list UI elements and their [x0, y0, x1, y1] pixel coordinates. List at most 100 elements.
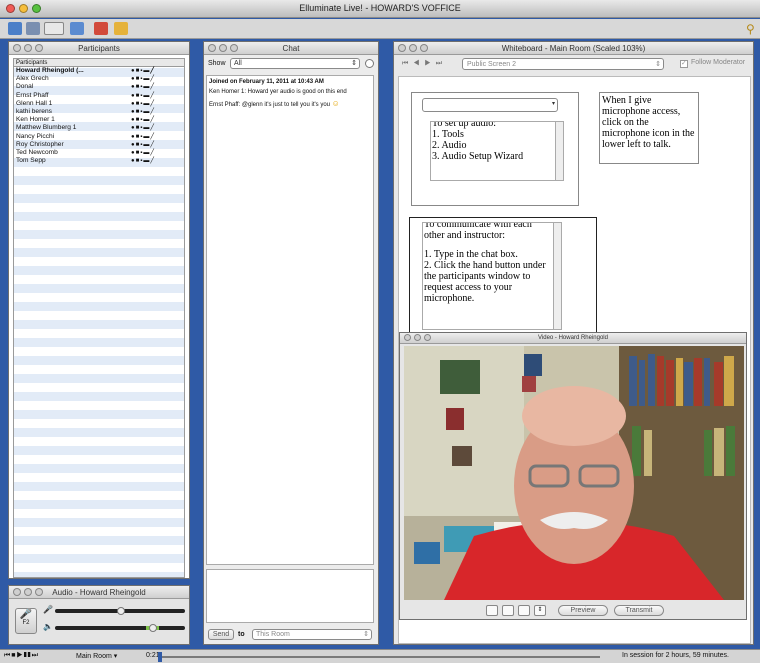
- panel-close[interactable]: [404, 334, 411, 341]
- playback-controls[interactable]: ⏮■▶❚❚⏭: [4, 652, 39, 660]
- timeline-track[interactable]: [160, 656, 600, 658]
- participant-row[interactable]: Ken Homer 1 ●■▪▬╱: [14, 116, 184, 124]
- communicate-line: 2. Click the hand button under the parti…: [424, 260, 546, 304]
- status-icons: ●■▪▬╱: [131, 76, 155, 83]
- participant-row[interactable]: Nancy Picchi ●■▪▬╱: [14, 133, 184, 141]
- participant-name: Tom Sepp: [16, 157, 46, 165]
- audio-setup-line: 3. Audio Setup Wizard: [432, 151, 524, 162]
- panel-close[interactable]: [398, 44, 406, 52]
- panel-min[interactable]: [24, 588, 32, 596]
- status-icons: ●■▪▬╱: [131, 108, 155, 115]
- participant-row[interactable]: Ernst Phaff ●■▪▬╱: [14, 92, 184, 100]
- screen-select-value: Public Screen 2: [467, 61, 517, 68]
- communicate-textbox[interactable]: To communicate with each other and instr…: [422, 222, 562, 330]
- whiteboard-title: Whiteboard - Main Room (Scaled 103%): [501, 44, 646, 53]
- participant-row[interactable]: Matthew Blumberg 1 ●■▪▬╱: [14, 124, 184, 132]
- participants-list[interactable]: Participants Howard Rheingold (... ●■▪▬╱ …: [13, 58, 185, 578]
- participants-title: Participants: [78, 44, 120, 53]
- panel-zoom[interactable]: [420, 44, 428, 52]
- speaker-volume-slider[interactable]: [55, 626, 185, 630]
- print-icon[interactable]: [26, 22, 40, 35]
- panel-min[interactable]: [219, 44, 227, 52]
- panel-controls: [404, 334, 431, 341]
- audio-setup-textbox[interactable]: To set up audio: 1. Tools 2. Audio 3. Au…: [430, 121, 564, 181]
- main-titlebar: Elluminate Live! - HOWARD'S VOFFICE: [0, 0, 760, 18]
- main-toolbar: ⚲: [0, 19, 760, 39]
- participant-row[interactable]: Ted Newcomb ●■▪▬╱: [14, 149, 184, 157]
- participant-name: Glenn Hall 1: [16, 99, 53, 107]
- room-selector[interactable]: Main Room ▾: [76, 652, 117, 660]
- audio-setup-line: To set up audio:: [432, 121, 497, 129]
- video-size-large-icon[interactable]: [518, 605, 530, 616]
- participant-row[interactable]: Howard Rheingold (... ●■▪▬╱: [14, 67, 184, 75]
- participant-row[interactable]: Donal ●■▪▬╱: [14, 83, 184, 91]
- participants-column-header[interactable]: Participants: [14, 59, 184, 67]
- audio-setup-line: 1. Tools: [432, 129, 464, 140]
- audio-title: Audio - Howard Rheingold: [52, 588, 146, 597]
- video-options-icon[interactable]: ⇕: [534, 605, 546, 616]
- record-icon[interactable]: [94, 22, 108, 35]
- panel-close[interactable]: [13, 44, 21, 52]
- status-icons: ●■▪▬╱: [131, 92, 155, 99]
- screen-select[interactable]: Public Screen 2 ⇕: [462, 58, 664, 70]
- participants-header-label: Participants: [16, 60, 48, 66]
- panel-min[interactable]: [414, 334, 421, 341]
- video-size-small-icon[interactable]: [486, 605, 498, 616]
- participant-name: kathi berens: [16, 107, 52, 115]
- participant-row[interactable]: Tom Sepp ●■▪▬╱: [14, 157, 184, 165]
- status-icons: ●■▪▬╱: [131, 117, 155, 124]
- save-icon[interactable]: [8, 22, 22, 35]
- panel-zoom[interactable]: [35, 44, 43, 52]
- panel-close[interactable]: [13, 588, 21, 596]
- share-icon[interactable]: [70, 22, 84, 35]
- participant-name: Howard Rheingold (...: [16, 67, 84, 74]
- participant-name: Ted Newcomb: [16, 148, 58, 156]
- timeline-playhead[interactable]: [158, 652, 162, 662]
- panel-min[interactable]: [409, 44, 417, 52]
- participant-name: Matthew Blumberg 1: [16, 124, 77, 132]
- room-name: Main Room: [76, 653, 112, 660]
- frame-dropdown[interactable]: ▾: [422, 98, 558, 112]
- video-size-medium-icon[interactable]: [502, 605, 514, 616]
- participant-row[interactable]: Glenn Hall 1 ●■▪▬╱: [14, 100, 184, 108]
- notes-icon[interactable]: [114, 22, 128, 35]
- chat-options-icon[interactable]: [365, 59, 374, 68]
- chat-compose-input[interactable]: [206, 569, 374, 623]
- panel-zoom[interactable]: [230, 44, 238, 52]
- participant-row[interactable]: Alex Grech ●■▪▬╱: [14, 75, 184, 83]
- panel-zoom[interactable]: [35, 588, 43, 596]
- participant-name: Roy Christopher: [16, 140, 64, 148]
- layout-menu-icon[interactable]: [44, 22, 64, 35]
- preview-button[interactable]: Preview: [558, 605, 608, 616]
- textbox-scrollbar[interactable]: [553, 223, 561, 329]
- chat-panel: Chat Show All ⇕ Joined on February 11, 2…: [203, 41, 379, 645]
- screen-nav-controls[interactable]: ⏮◀▶⏭: [402, 60, 447, 68]
- communicate-frame: To communicate with each other and instr…: [409, 217, 597, 337]
- send-button[interactable]: Send: [208, 629, 234, 640]
- status-icons: ●■▪▬╱: [131, 158, 155, 165]
- talk-button[interactable]: 🎤 F2: [15, 608, 37, 634]
- chat-join-line: Joined on February 11, 2011 at 10:43 AM: [209, 79, 324, 85]
- chat-message: Ernst Phaff: @glenn it's just to tell yo…: [207, 96, 373, 109]
- window-title: Elluminate Live! - HOWARD'S VOFFICE: [299, 3, 461, 13]
- mic-volume-knob[interactable]: [117, 607, 125, 615]
- chat-transcript[interactable]: Joined on February 11, 2011 at 10:43 AM …: [206, 75, 374, 565]
- participant-row[interactable]: Roy Christopher ●■▪▬╱: [14, 141, 184, 149]
- panel-close[interactable]: [208, 44, 216, 52]
- video-title: Video - Howard Rheingold: [538, 335, 608, 341]
- status-icons: ●■▪▬╱: [131, 125, 155, 132]
- speaker-volume-knob[interactable]: [149, 624, 157, 632]
- chat-message: Ken Homer 1: Howard yer audio is good on…: [209, 89, 347, 95]
- textbox-scrollbar[interactable]: [555, 122, 563, 180]
- follow-moderator-checkbox[interactable]: ✓: [680, 60, 688, 68]
- chat-filter-select[interactable]: All ⇕: [230, 58, 360, 69]
- chat-show-label: Show: [208, 60, 226, 67]
- chat-recipient-select[interactable]: This Room ⇕: [252, 629, 372, 640]
- transmit-button[interactable]: Transmit: [614, 605, 664, 616]
- status-icons: ●■▪▬╱: [131, 84, 155, 91]
- select-arrows-icon: ▾: [551, 101, 555, 107]
- panel-zoom[interactable]: [424, 334, 431, 341]
- panel-min[interactable]: [24, 44, 32, 52]
- participant-row[interactable]: kathi berens ●■▪▬╱: [14, 108, 184, 116]
- key-icon[interactable]: ⚲: [746, 22, 756, 36]
